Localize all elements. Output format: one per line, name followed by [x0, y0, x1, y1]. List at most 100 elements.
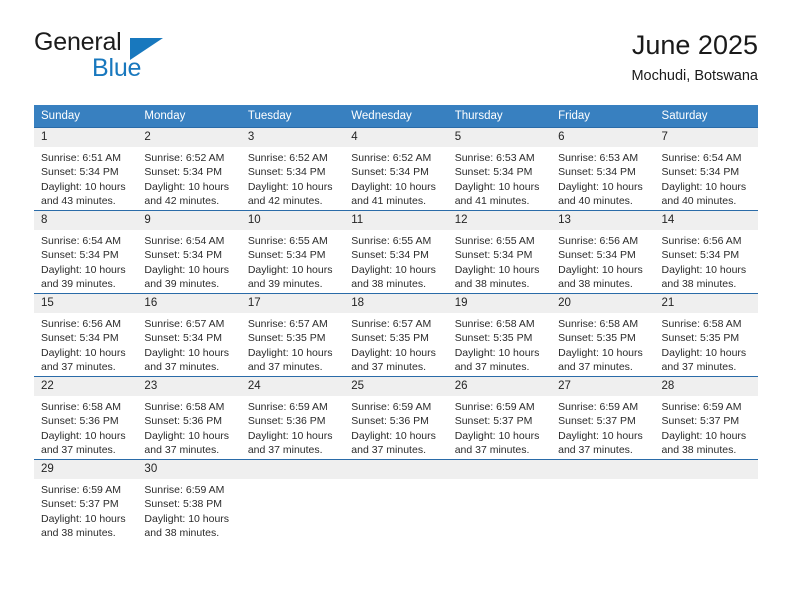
sunset-text: Sunset: 5:34 PM	[144, 332, 223, 345]
sunset-text: Sunset: 5:38 PM	[144, 498, 223, 511]
sunset-text: Sunset: 5:36 PM	[41, 415, 119, 428]
day-number: 14	[654, 211, 758, 230]
sunrise-text: Sunrise: 6:59 AM	[351, 401, 432, 413]
sunset-text: Sunset: 5:35 PM	[661, 332, 740, 345]
day-number: 28	[654, 377, 758, 396]
daylight-text-line2: and 37 minutes.	[41, 444, 116, 457]
day-cell[interactable]: 11 Sunrise: 6:55 AM Sunset: 5:34 PM Dayl…	[344, 210, 448, 294]
sunset-text: Sunset: 5:34 PM	[558, 249, 636, 262]
day-cell[interactable]: 23 Sunrise: 6:58 AM Sunset: 5:36 PM Dayl…	[137, 376, 241, 460]
daylight-text-line1: Daylight: 10 hours	[41, 429, 126, 442]
day-cell[interactable]: 28 Sunrise: 6:59 AM Sunset: 5:37 PM Dayl…	[654, 376, 758, 460]
daylight-text-line1: Daylight: 10 hours	[558, 346, 643, 359]
daylight-text-line2: and 37 minutes.	[661, 361, 737, 374]
day-cell[interactable]: 25 Sunrise: 6:59 AM Sunset: 5:36 PM Dayl…	[344, 376, 448, 460]
day-cell[interactable]: 14 Sunrise: 6:56 AM Sunset: 5:34 PM Dayl…	[654, 210, 758, 294]
day-cell[interactable]: 1 Sunrise: 6:51 AM Sunset: 5:34 PM Dayli…	[34, 127, 138, 211]
daylight-text-line1: Daylight: 10 hours	[661, 429, 747, 442]
day-cell-empty	[551, 459, 655, 542]
day-cell[interactable]: 22 Sunrise: 6:58 AM Sunset: 5:36 PM Dayl…	[34, 376, 138, 460]
day-number: 10	[240, 211, 345, 230]
weekday-header-thursday: Thursday	[447, 105, 552, 128]
day-details: Sunrise: 6:52 AM Sunset: 5:34 PM Dayligh…	[137, 147, 240, 209]
day-details: Sunrise: 6:59 AM Sunset: 5:37 PM Dayligh…	[448, 396, 551, 458]
day-cell[interactable]: 29 Sunrise: 6:59 AM Sunset: 5:37 PM Dayl…	[34, 459, 138, 542]
daylight-text-line2: and 38 minutes.	[351, 278, 426, 291]
day-details: Sunrise: 6:57 AM Sunset: 5:35 PM Dayligh…	[241, 313, 344, 375]
title-block: June 2025 Mochudi, Botswana	[631, 28, 758, 86]
day-number: 19	[447, 294, 552, 313]
day-cell[interactable]: 21 Sunrise: 6:58 AM Sunset: 5:35 PM Dayl…	[654, 293, 758, 377]
day-details: Sunrise: 6:59 AM Sunset: 5:37 PM Dayligh…	[551, 396, 654, 458]
day-cell[interactable]: 13 Sunrise: 6:56 AM Sunset: 5:34 PM Dayl…	[551, 210, 655, 294]
day-cell[interactable]: 12 Sunrise: 6:55 AM Sunset: 5:34 PM Dayl…	[447, 210, 552, 294]
daylight-text-line2: and 40 minutes.	[558, 195, 633, 208]
day-details: Sunrise: 6:55 AM Sunset: 5:34 PM Dayligh…	[344, 230, 447, 292]
daylight-text-line1: Daylight: 10 hours	[661, 263, 747, 276]
sunrise-text: Sunrise: 6:52 AM	[351, 152, 432, 164]
sunset-text: Sunset: 5:34 PM	[41, 332, 119, 345]
day-cell[interactable]: 5 Sunrise: 6:53 AM Sunset: 5:34 PM Dayli…	[447, 127, 552, 211]
day-number: 20	[551, 294, 655, 313]
day-number: 15	[34, 294, 138, 313]
calendar-week-row: 8 Sunrise: 6:54 AM Sunset: 5:34 PM Dayli…	[34, 210, 758, 294]
sunrise-text: Sunrise: 6:51 AM	[41, 152, 121, 164]
sunset-text: Sunset: 5:34 PM	[351, 249, 429, 262]
day-cell[interactable]: 20 Sunrise: 6:58 AM Sunset: 5:35 PM Dayl…	[551, 293, 655, 377]
daylight-text-line1: Daylight: 10 hours	[41, 180, 126, 193]
day-cell[interactable]: 30 Sunrise: 6:59 AM Sunset: 5:38 PM Dayl…	[137, 459, 241, 542]
day-cell[interactable]: 19 Sunrise: 6:58 AM Sunset: 5:35 PM Dayl…	[447, 293, 552, 377]
sunset-text: Sunset: 5:34 PM	[661, 249, 740, 262]
day-cell[interactable]: 27 Sunrise: 6:59 AM Sunset: 5:37 PM Dayl…	[551, 376, 655, 460]
day-cell[interactable]: 7 Sunrise: 6:54 AM Sunset: 5:34 PM Dayli…	[654, 127, 758, 211]
daylight-text-line1: Daylight: 10 hours	[351, 263, 436, 276]
weekday-header-monday: Monday	[137, 105, 241, 128]
day-details: Sunrise: 6:58 AM Sunset: 5:35 PM Dayligh…	[655, 313, 758, 375]
day-details: Sunrise: 6:58 AM Sunset: 5:36 PM Dayligh…	[34, 396, 137, 458]
daylight-text-line2: and 37 minutes.	[558, 361, 633, 374]
day-cell[interactable]: 10 Sunrise: 6:55 AM Sunset: 5:34 PM Dayl…	[240, 210, 345, 294]
day-details: Sunrise: 6:51 AM Sunset: 5:34 PM Dayligh…	[34, 147, 137, 209]
calendar-header-row: Sunday Monday Tuesday Wednesday Thursday…	[34, 105, 758, 128]
weekday-header-friday: Friday	[551, 105, 655, 128]
day-details: Sunrise: 6:55 AM Sunset: 5:34 PM Dayligh…	[448, 230, 551, 292]
calendar-page: General Blue June 2025 Mochudi, Botswana…	[0, 0, 792, 612]
daylight-text-line1: Daylight: 10 hours	[661, 346, 747, 359]
day-number: 27	[551, 377, 655, 396]
day-details: Sunrise: 6:56 AM Sunset: 5:34 PM Dayligh…	[551, 230, 654, 292]
day-cell[interactable]: 15 Sunrise: 6:56 AM Sunset: 5:34 PM Dayl…	[34, 293, 138, 377]
weekday-header-wednesday: Wednesday	[344, 105, 448, 128]
day-cell[interactable]: 17 Sunrise: 6:57 AM Sunset: 5:35 PM Dayl…	[240, 293, 345, 377]
day-cell[interactable]: 4 Sunrise: 6:52 AM Sunset: 5:34 PM Dayli…	[344, 127, 448, 211]
daylight-text-line2: and 38 minutes.	[41, 527, 116, 540]
sunrise-text: Sunrise: 6:56 AM	[661, 235, 742, 247]
day-cell[interactable]: 16 Sunrise: 6:57 AM Sunset: 5:34 PM Dayl…	[137, 293, 241, 377]
sunset-text: Sunset: 5:34 PM	[247, 249, 326, 262]
weekday-header-tuesday: Tuesday	[240, 105, 345, 128]
sunrise-text: Sunrise: 6:57 AM	[144, 318, 225, 330]
day-cell[interactable]: 26 Sunrise: 6:59 AM Sunset: 5:37 PM Dayl…	[447, 376, 552, 460]
day-cell[interactable]: 18 Sunrise: 6:57 AM Sunset: 5:35 PM Dayl…	[344, 293, 448, 377]
day-details: Sunrise: 6:59 AM Sunset: 5:36 PM Dayligh…	[344, 396, 447, 458]
day-cell[interactable]: 3 Sunrise: 6:52 AM Sunset: 5:34 PM Dayli…	[240, 127, 345, 211]
day-details: Sunrise: 6:58 AM Sunset: 5:35 PM Dayligh…	[551, 313, 654, 375]
daylight-text-line2: and 41 minutes.	[454, 195, 530, 208]
day-cell[interactable]: 6 Sunrise: 6:53 AM Sunset: 5:34 PM Dayli…	[551, 127, 655, 211]
day-cell[interactable]: 2 Sunrise: 6:52 AM Sunset: 5:34 PM Dayli…	[137, 127, 241, 211]
daylight-text-line2: and 37 minutes.	[144, 444, 220, 457]
daylight-text-line2: and 37 minutes.	[558, 444, 633, 457]
brand-logo[interactable]: General Blue	[34, 28, 264, 86]
daylight-text-line1: Daylight: 10 hours	[454, 346, 540, 359]
daylight-text-line1: Daylight: 10 hours	[454, 429, 540, 442]
day-number: 13	[551, 211, 655, 230]
daylight-text-line1: Daylight: 10 hours	[661, 180, 747, 193]
day-cell[interactable]: 8 Sunrise: 6:54 AM Sunset: 5:34 PM Dayli…	[34, 210, 138, 294]
day-cell[interactable]: 9 Sunrise: 6:54 AM Sunset: 5:34 PM Dayli…	[137, 210, 241, 294]
sunrise-text: Sunrise: 6:58 AM	[454, 318, 535, 330]
sunset-text: Sunset: 5:36 PM	[351, 415, 429, 428]
sunset-text: Sunset: 5:34 PM	[41, 166, 119, 179]
daylight-text-line1: Daylight: 10 hours	[144, 180, 230, 193]
day-cell[interactable]: 24 Sunrise: 6:59 AM Sunset: 5:36 PM Dayl…	[240, 376, 345, 460]
page-title: June 2025	[631, 30, 758, 60]
day-details: Sunrise: 6:53 AM Sunset: 5:34 PM Dayligh…	[448, 147, 551, 209]
